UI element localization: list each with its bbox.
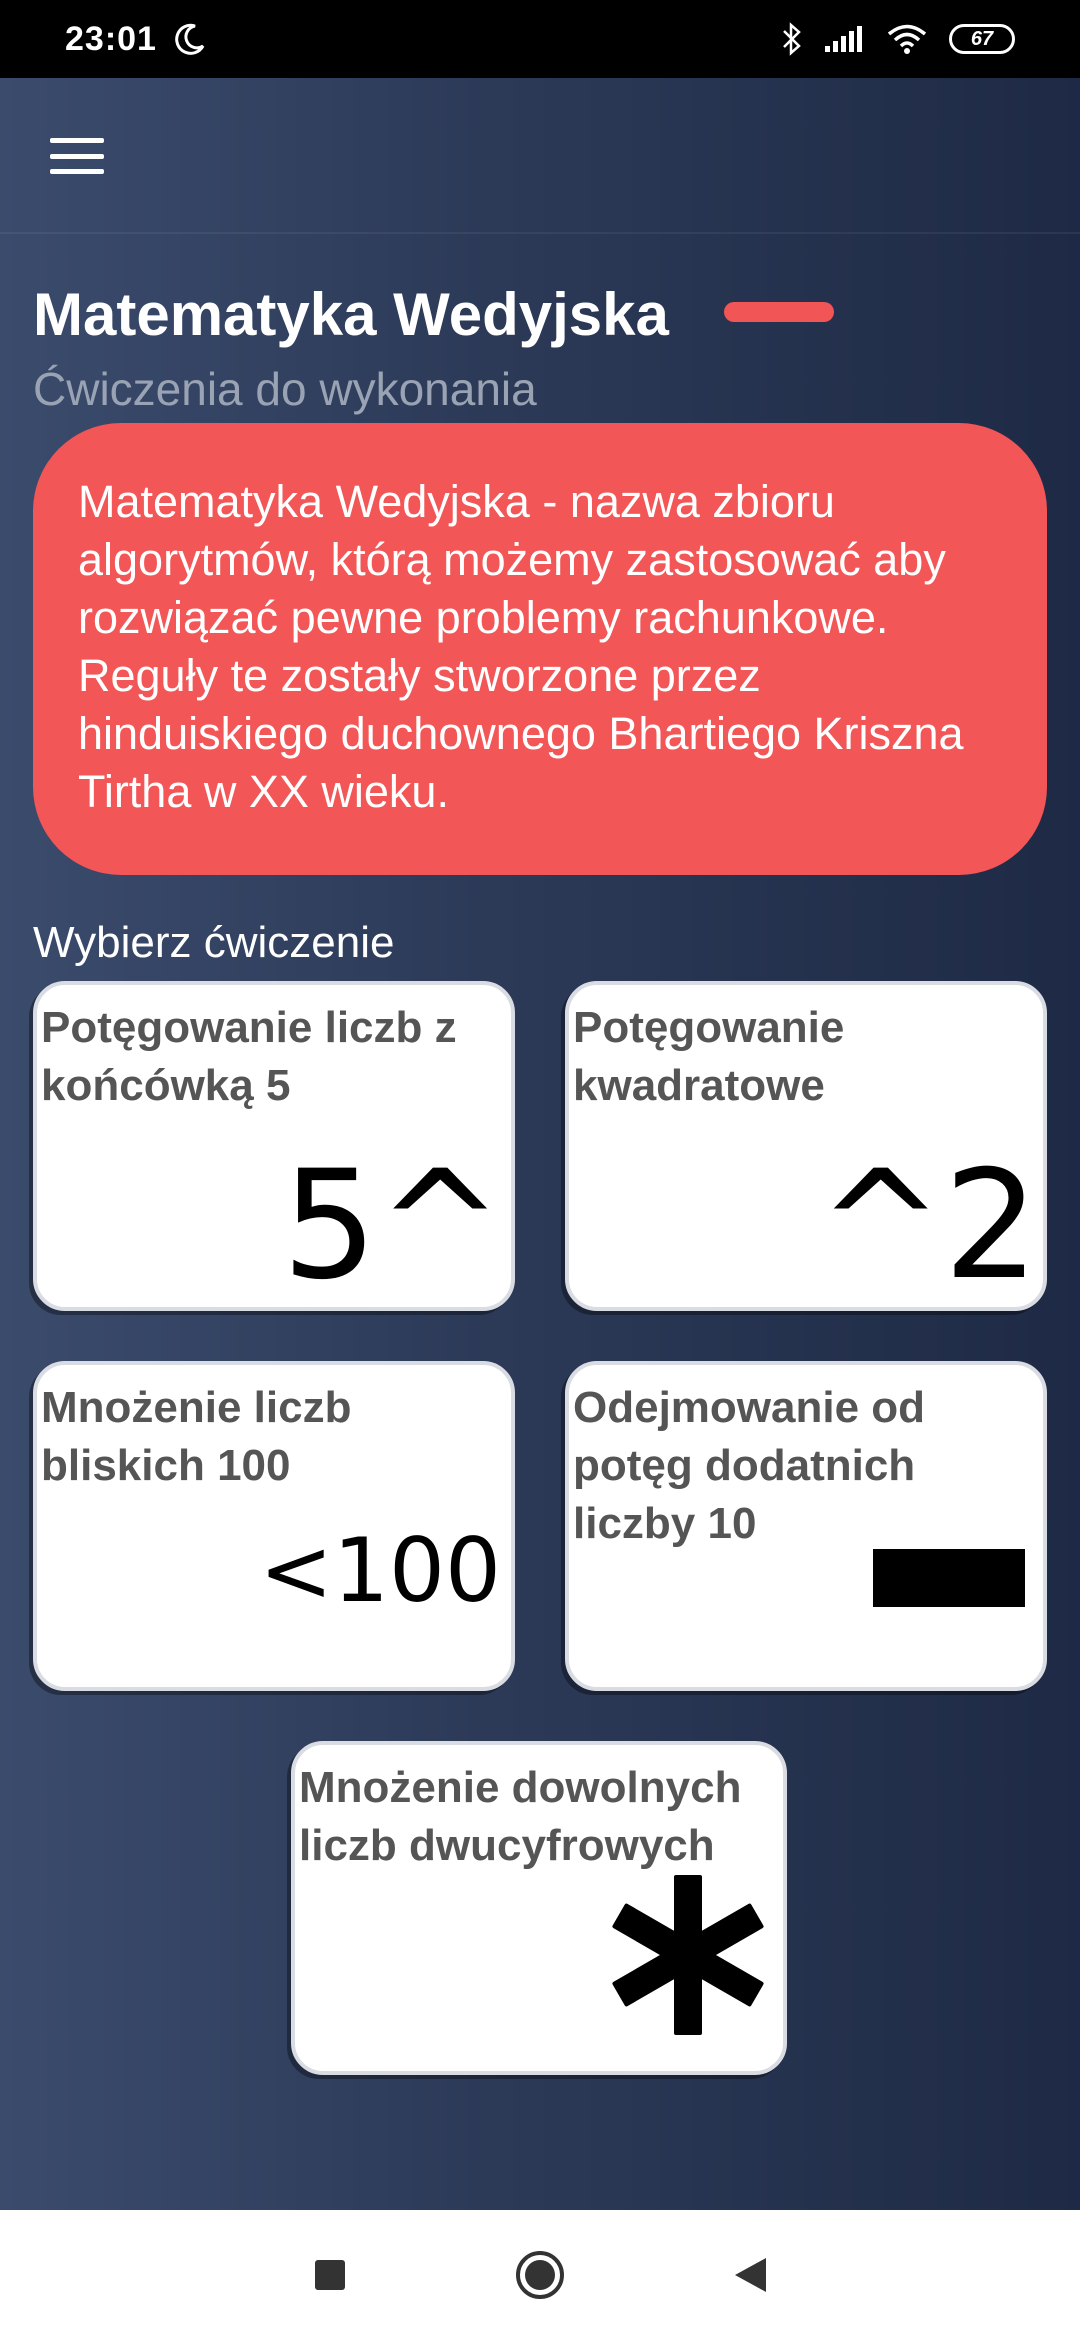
main-content: Matematyka Wedyjska Ćwiczenia do wykonan… bbox=[0, 78, 1080, 2210]
exercise-tile-symbol: <100 bbox=[259, 1519, 501, 1622]
exercise-tile-multiply-two-digit[interactable]: Mnożenie dowolnych liczb dwucyfrowych bbox=[291, 1741, 787, 2075]
page-title: Matematyka Wedyjska bbox=[33, 281, 669, 348]
exercise-tile-label: Potęgowanie kwadratowe bbox=[573, 1003, 845, 1110]
exercise-tile-label: Mnożenie liczb bliskich 100 bbox=[41, 1383, 352, 1490]
battery-level: 67 bbox=[970, 27, 994, 50]
exercise-tile-symbol: ^2 bbox=[817, 1139, 1039, 1311]
info-card-text: Matematyka Wedyjska - nazwa zbioru algor… bbox=[78, 476, 964, 817]
status-bar: 23:01 67 bbox=[0, 0, 1080, 78]
exercise-tile-squaring[interactable]: Potęgowanie kwadratowe ^2 bbox=[565, 981, 1047, 1311]
exercise-tile-label: Potęgowanie liczb z końcówką 5 bbox=[41, 1003, 457, 1110]
app-bar bbox=[0, 78, 1080, 234]
title-accent-bar bbox=[724, 302, 834, 322]
info-card: Matematyka Wedyjska - nazwa zbioru algor… bbox=[33, 423, 1047, 875]
exercise-tile-label: Mnożenie dowolnych liczb dwucyfrowych bbox=[299, 1763, 742, 1870]
hamburger-menu-icon[interactable] bbox=[50, 138, 104, 174]
home-circle-icon[interactable] bbox=[510, 2245, 570, 2305]
wifi-icon bbox=[887, 23, 927, 55]
moon-icon bbox=[173, 22, 207, 56]
bluetooth-icon bbox=[781, 22, 803, 56]
exercise-tile-symbol: 5^ bbox=[281, 1139, 503, 1311]
back-triangle-icon[interactable] bbox=[720, 2245, 780, 2305]
minus-icon bbox=[873, 1549, 1025, 1607]
recents-square-icon[interactable] bbox=[300, 2245, 360, 2305]
page-subtitle: Ćwiczenia do wykonania bbox=[33, 363, 537, 415]
status-time: 23:01 bbox=[65, 19, 157, 58]
asterisk-icon bbox=[603, 1870, 773, 2045]
navigation-bar bbox=[0, 2210, 1080, 2340]
battery-icon: 67 bbox=[949, 24, 1015, 54]
exercise-tile-multiply-near-100[interactable]: Mnożenie liczb bliskich 100 <100 bbox=[33, 1361, 515, 1691]
exercise-tile-subtract-powers-of-10[interactable]: Odejmowanie od potęg dodatnich liczby 10 bbox=[565, 1361, 1047, 1691]
status-left: 23:01 bbox=[65, 20, 207, 59]
status-right: 67 bbox=[781, 22, 1015, 56]
section-label: Wybierz ćwiczenie bbox=[33, 918, 395, 967]
exercise-tile-squaring-ending-5[interactable]: Potęgowanie liczb z końcówką 5 5^ bbox=[33, 981, 515, 1311]
exercise-tile-label: Odejmowanie od potęg dodatnich liczby 10 bbox=[573, 1383, 926, 1548]
signal-icon bbox=[825, 24, 865, 54]
